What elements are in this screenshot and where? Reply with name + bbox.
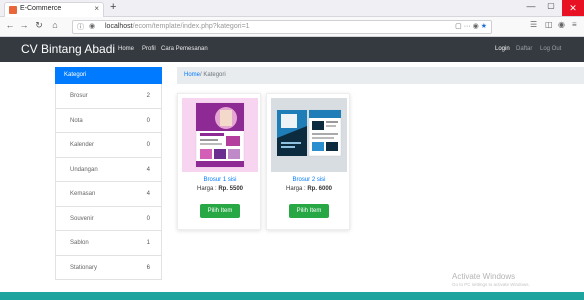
nav-link-profil[interactable]: Profil — [142, 46, 156, 52]
sidebar-heading: Kategori — [55, 67, 162, 84]
brochure-bifold-image — [271, 98, 347, 172]
reader-view-icon[interactable]: ▢ — [455, 23, 462, 30]
activate-windows-subtitle: Go to PC settings to activate Windows. — [452, 282, 530, 287]
product-card: Brosur 2 sisi Harga : Rp. 6000 Pilih Ite… — [266, 93, 350, 230]
favicon-icon — [9, 6, 17, 14]
breadcrumb-current: Kategori — [203, 72, 226, 78]
window-maximize-button[interactable]: ▢ — [542, 1, 560, 10]
product-name[interactable]: Brosur 1 sisi — [178, 177, 262, 183]
site-brand[interactable]: CV Bintang Abadi — [21, 42, 115, 56]
bookmark-star-icon[interactable]: ★ — [481, 23, 487, 30]
lock-icon: ◉ — [89, 23, 96, 30]
nav-link-home[interactable]: Home — [118, 46, 134, 52]
library-icon[interactable]: ☰ — [530, 20, 537, 29]
new-tab-button[interactable]: + — [110, 1, 116, 13]
sidebar-item-stationary[interactable]: Stationary 6 — [55, 255, 162, 280]
nav-link-daftar[interactable]: Daftar — [516, 46, 532, 52]
sidebar-item-brosur[interactable]: Brosur 2 — [55, 84, 162, 109]
home-icon[interactable]: ⌂ — [49, 20, 61, 30]
product-price: Harga : Rp. 6000 — [285, 186, 333, 192]
breadcrumb: Home/ Kategori — [177, 67, 584, 84]
category-count: 6 — [146, 264, 150, 271]
brochure-flyer-image — [182, 98, 258, 172]
site-info-icon[interactable]: ⓘ — [77, 22, 84, 32]
forward-icon[interactable]: → — [18, 20, 30, 30]
url-actions: ▢ ··· ◉ ★ — [455, 22, 487, 30]
window-close-button[interactable]: ✕ — [562, 0, 584, 16]
sidebar-item-nota[interactable]: Nota 0 — [55, 108, 162, 133]
pilih-item-button[interactable]: Pilih Item — [200, 204, 240, 218]
nav-link-login[interactable]: Login — [495, 46, 510, 52]
tab-close-icon[interactable]: × — [94, 4, 99, 13]
category-count: 2 — [146, 93, 150, 99]
sidebar-item-kemasan[interactable]: Kemasan 4 — [55, 182, 162, 207]
category-count: 4 — [146, 191, 150, 197]
sidebar-item-undangan[interactable]: Undangan 4 — [55, 157, 162, 182]
sidebar-toggle-icon[interactable]: ◫ — [545, 20, 553, 29]
nav-link-logout[interactable]: Log Out — [540, 46, 561, 52]
product-price: Harga : Rp. 5500 — [196, 186, 244, 192]
category-count: 0 — [146, 142, 150, 148]
site-footer — [0, 292, 584, 300]
pocket-icon[interactable]: ◉ — [473, 23, 479, 30]
category-count: 1 — [146, 240, 150, 246]
sidebar-item-sablon[interactable]: Sablon 1 — [55, 231, 162, 256]
reload-icon[interactable]: ↻ — [33, 20, 45, 31]
browser-toolbar: ← → ↻ ⌂ ⓘ ◉ localhost/ecom/template/inde… — [0, 17, 584, 37]
category-count: 4 — [146, 166, 150, 173]
category-count: 0 — [146, 117, 150, 124]
url-text: localhost/ecom/template/index.php?katego… — [105, 23, 250, 30]
back-icon[interactable]: ← — [4, 20, 16, 30]
product-image-brosur-1-sisi[interactable] — [182, 98, 258, 172]
sidebar-item-kalender[interactable]: Kalender 0 — [55, 133, 162, 158]
nav-link-cara-pemesanan[interactable]: Cara Pemesanan — [161, 46, 208, 52]
browser-tab[interactable]: E-Commerce × — [4, 2, 104, 17]
product-card: Brosur 1 sisi Harga : Rp. 5500 Pilih Ite… — [177, 93, 261, 230]
url-bar[interactable]: ⓘ ◉ localhost/ecom/template/index.php?ka… — [72, 20, 492, 34]
product-name[interactable]: Brosur 2 sisi — [267, 177, 351, 183]
menu-icon[interactable]: ≡ — [572, 20, 577, 29]
breadcrumb-home-link[interactable]: Home — [184, 72, 200, 78]
breadcrumb-separator: / — [200, 72, 202, 78]
site-navbar: CV Bintang Abadi Home Profil Cara Pemesa… — [0, 37, 584, 62]
pilih-item-button[interactable]: Pilih Item — [289, 204, 329, 218]
browser-tab-bar: E-Commerce × + — ▢ ✕ — [0, 0, 584, 17]
window-minimize-button[interactable]: — — [522, 1, 540, 11]
account-icon[interactable]: ◉ — [558, 20, 565, 29]
tab-title: E-Commerce — [20, 5, 62, 12]
sidebar-item-souvenir[interactable]: Souvenir 0 — [55, 206, 162, 231]
category-count: 0 — [146, 215, 150, 222]
activate-windows-watermark: Activate Windows — [452, 272, 516, 281]
page-actions-icon[interactable]: ··· — [464, 23, 471, 30]
product-image-brosur-2-sisi[interactable] — [271, 98, 347, 172]
category-sidebar: Kategori Brosur 2 Nota 0 Kalender 0 Undanga… — [55, 67, 162, 284]
